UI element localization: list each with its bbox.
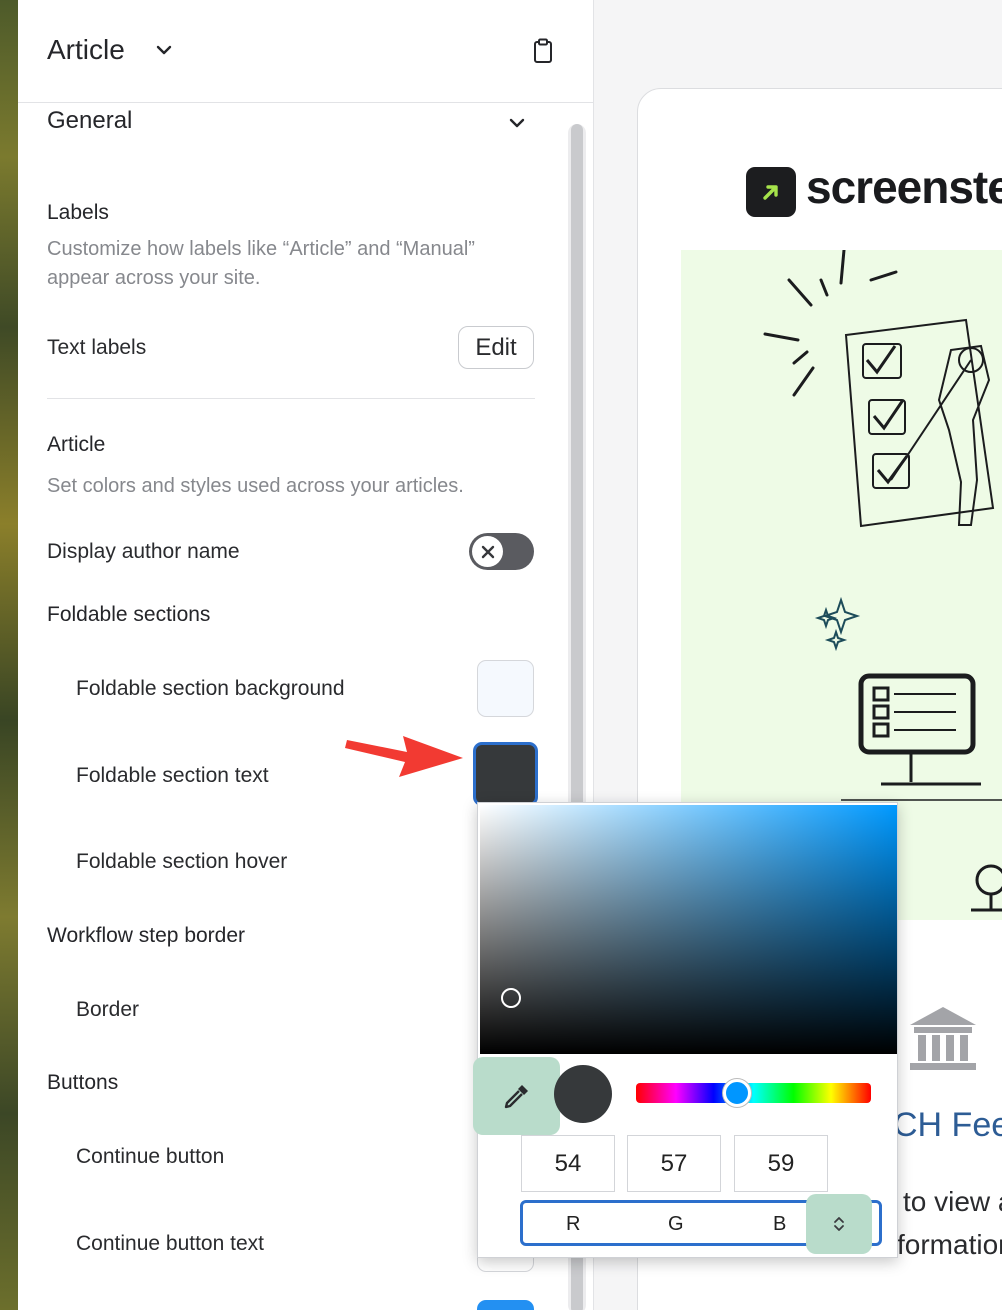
logo-text: screenste: [806, 161, 1002, 213]
hue-slider-handle[interactable]: [723, 1079, 751, 1107]
color-mode-selector[interactable]: R G B: [520, 1194, 882, 1254]
foldable-text-label: Foldable section text: [76, 764, 269, 787]
display-author-name-label: Display author name: [47, 540, 240, 563]
labels-description: Customize how labels like “Article” and …: [47, 238, 475, 289]
preview-text-line-1: to view a: [903, 1186, 1002, 1217]
foldable-text-swatch[interactable]: [473, 742, 538, 806]
clipboard-icon[interactable]: [532, 38, 554, 64]
section-general-title[interactable]: General: [47, 107, 132, 135]
panel-header: Article: [18, 0, 593, 103]
toggle-knob: [472, 536, 503, 567]
eyedropper-icon: [504, 1085, 528, 1109]
foldable-sections-heading: Foldable sections: [47, 603, 211, 626]
color-mode-toggle-button[interactable]: [806, 1194, 872, 1254]
green-value-input[interactable]: 57: [627, 1135, 721, 1192]
eyedropper-button[interactable]: [473, 1057, 560, 1135]
workflow-step-border-heading: Workflow step border: [47, 924, 246, 947]
red-label: R: [566, 1213, 581, 1235]
foldable-background-swatch[interactable]: [477, 660, 534, 717]
desktop-background: [0, 0, 18, 1310]
preview-heading: CH Fees: [893, 1106, 1002, 1144]
border-label: Border: [76, 998, 140, 1021]
page-title: Article: [47, 34, 125, 65]
red-value-input[interactable]: 54: [521, 1135, 615, 1192]
labels-heading: Labels: [47, 201, 109, 224]
green-label: G: [668, 1213, 684, 1235]
arrow-up-right-icon: [763, 185, 778, 200]
chevron-down-icon[interactable]: [506, 114, 528, 134]
foldable-hover-label: Foldable section hover: [76, 850, 288, 873]
saturation-area[interactable]: [480, 805, 897, 1054]
color-picker-popover: 54 57 59 R G B: [473, 802, 898, 1258]
article-description: Set colors and styles used across your a…: [47, 475, 464, 497]
chevron-up-down-icon: [834, 1217, 844, 1231]
foldable-background-label: Foldable section background: [76, 677, 345, 700]
close-icon: [481, 545, 494, 558]
continue-button-swatch[interactable]: [477, 1300, 534, 1310]
current-color-preview: [554, 1065, 612, 1123]
hue-slider[interactable]: [636, 1083, 871, 1103]
continue-button-label: Continue button: [76, 1145, 225, 1168]
blue-label: B: [773, 1213, 787, 1235]
preview-text-line-2: formation: [897, 1229, 1002, 1260]
divider: [47, 398, 535, 399]
chevron-down-icon[interactable]: [154, 40, 174, 60]
arrow-icon: [345, 736, 463, 777]
buttons-heading: Buttons: [47, 1071, 119, 1094]
blue-value-input[interactable]: 59: [734, 1135, 828, 1192]
saturation-cursor[interactable]: [501, 988, 521, 1008]
text-labels-label: Text labels: [47, 336, 147, 359]
logo-mark: [746, 167, 796, 217]
continue-button-text-label: Continue button text: [76, 1232, 264, 1255]
edit-text-labels-button[interactable]: Edit: [458, 326, 534, 369]
article-heading: Article: [47, 433, 106, 456]
bank-icon: [910, 1007, 976, 1070]
display-author-name-toggle[interactable]: [469, 533, 534, 570]
